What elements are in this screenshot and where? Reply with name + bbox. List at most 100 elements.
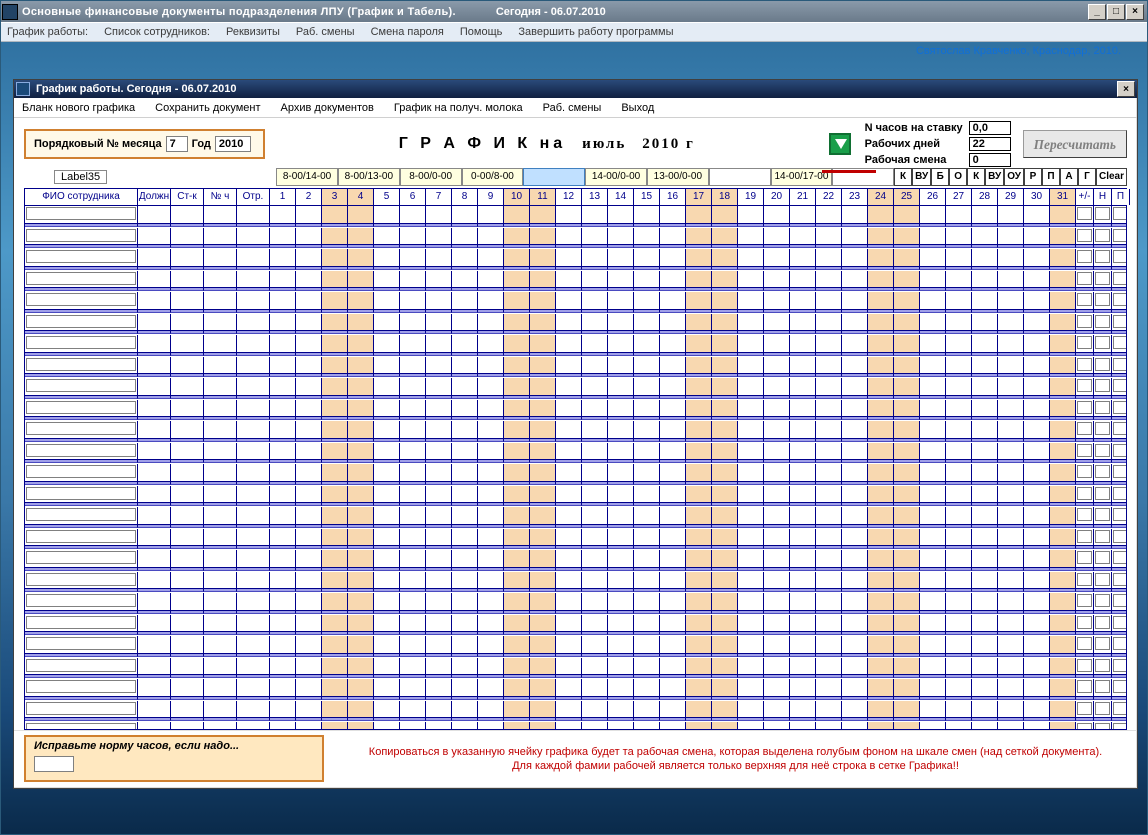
day-cell[interactable] [374, 486, 400, 504]
emp-attr-cell[interactable] [237, 529, 270, 547]
emp-attr-cell[interactable] [138, 206, 171, 224]
day-cell[interactable] [1050, 636, 1076, 654]
day-cell[interactable] [920, 701, 946, 719]
emp-attr-cell[interactable] [138, 271, 171, 289]
day-cell[interactable] [504, 292, 530, 310]
day-cell[interactable] [998, 529, 1024, 547]
day-cell[interactable] [556, 615, 582, 633]
day-cell[interactable] [374, 378, 400, 396]
day-cell[interactable] [452, 464, 478, 482]
day-cell[interactable] [894, 228, 920, 246]
day-cell[interactable] [790, 658, 816, 676]
day-cell[interactable] [842, 679, 868, 697]
tail-cell[interactable] [1076, 615, 1094, 633]
day-cell[interactable] [608, 529, 634, 547]
day-cell[interactable] [894, 529, 920, 547]
day-cell[interactable] [894, 679, 920, 697]
day-cell[interactable] [322, 572, 348, 590]
tail-cell[interactable] [1076, 701, 1094, 719]
day-cell[interactable] [634, 400, 660, 418]
day-cell[interactable] [894, 206, 920, 224]
day-cell[interactable] [270, 593, 296, 611]
day-cell[interactable] [634, 206, 660, 224]
day-cell[interactable] [504, 228, 530, 246]
day-cell[interactable] [296, 357, 322, 375]
day-cell[interactable] [504, 400, 530, 418]
day-cell[interactable] [842, 529, 868, 547]
shift-cell-2[interactable]: 8-00/0-00 [400, 168, 462, 186]
day-cell[interactable] [712, 550, 738, 568]
day-cell[interactable] [738, 206, 764, 224]
tail-cell[interactable] [1094, 615, 1112, 633]
day-cell[interactable] [530, 292, 556, 310]
day-cell[interactable] [764, 400, 790, 418]
day-cell[interactable] [712, 636, 738, 654]
day-cell[interactable] [374, 249, 400, 267]
emp-name-cell[interactable] [25, 722, 138, 730]
day-cell[interactable] [582, 507, 608, 525]
tail-cell[interactable] [1094, 378, 1112, 396]
day-cell[interactable] [920, 529, 946, 547]
day-cell[interactable] [894, 357, 920, 375]
day-cell[interactable] [478, 464, 504, 482]
day-cell[interactable] [504, 464, 530, 482]
emp-name-cell[interactable] [25, 400, 138, 418]
emp-attr-cell[interactable] [204, 206, 237, 224]
emp-attr-cell[interactable] [204, 400, 237, 418]
day-cell[interactable] [764, 292, 790, 310]
day-cell[interactable] [946, 615, 972, 633]
day-cell[interactable] [660, 314, 686, 332]
day-cell[interactable] [400, 357, 426, 375]
day-cell[interactable] [842, 292, 868, 310]
day-cell[interactable] [634, 529, 660, 547]
day-cell[interactable] [738, 464, 764, 482]
day-cell[interactable] [998, 658, 1024, 676]
day-cell[interactable] [608, 271, 634, 289]
day-cell[interactable] [894, 400, 920, 418]
day-cell[interactable] [712, 357, 738, 375]
emp-attr-cell[interactable] [171, 378, 204, 396]
emp-attr-cell[interactable] [237, 701, 270, 719]
tail-cell[interactable] [1076, 357, 1094, 375]
day-cell[interactable] [374, 636, 400, 654]
day-cell[interactable] [868, 464, 894, 482]
day-cell[interactable] [712, 722, 738, 730]
day-cell[interactable] [998, 400, 1024, 418]
day-cell[interactable] [582, 249, 608, 267]
day-cell[interactable] [348, 722, 374, 730]
day-cell[interactable] [998, 421, 1024, 439]
emp-attr-cell[interactable] [237, 636, 270, 654]
day-cell[interactable] [582, 486, 608, 504]
day-cell[interactable] [634, 679, 660, 697]
tail-cell[interactable] [1094, 292, 1112, 310]
day-cell[interactable] [946, 378, 972, 396]
day-cell[interactable] [608, 357, 634, 375]
day-cell[interactable] [608, 249, 634, 267]
day-cell[interactable] [738, 292, 764, 310]
day-cell[interactable] [400, 421, 426, 439]
day-cell[interactable] [608, 443, 634, 461]
day-cell[interactable] [504, 722, 530, 730]
day-cell[interactable] [608, 593, 634, 611]
day-cell[interactable] [712, 249, 738, 267]
day-cell[interactable] [660, 443, 686, 461]
tail-cell[interactable] [1076, 292, 1094, 310]
day-cell[interactable] [348, 314, 374, 332]
day-cell[interactable] [556, 378, 582, 396]
day-cell[interactable] [530, 464, 556, 482]
emp-attr-cell[interactable] [237, 335, 270, 353]
day-cell[interactable] [530, 443, 556, 461]
day-cell[interactable] [790, 593, 816, 611]
emp-name-cell[interactable] [25, 679, 138, 697]
tail-cell[interactable] [1112, 228, 1127, 246]
cm-exit[interactable]: Выход [621, 102, 654, 114]
day-cell[interactable] [686, 400, 712, 418]
day-cell[interactable] [478, 550, 504, 568]
emp-name-cell[interactable] [25, 550, 138, 568]
day-cell[interactable] [634, 572, 660, 590]
day-cell[interactable] [582, 593, 608, 611]
day-cell[interactable] [686, 378, 712, 396]
day-cell[interactable] [1050, 421, 1076, 439]
day-cell[interactable] [270, 486, 296, 504]
day-cell[interactable] [660, 400, 686, 418]
